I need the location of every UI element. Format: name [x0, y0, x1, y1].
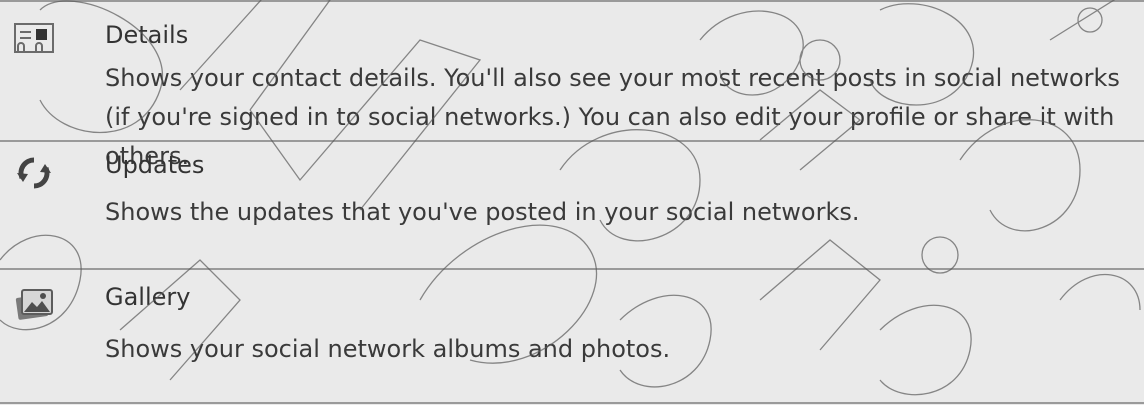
row-description: Shows your social network albums and pho… [105, 335, 671, 363]
refresh-icon [17, 157, 51, 189]
gallery-icon [15, 289, 53, 320]
details-icon [14, 23, 54, 53]
row-title: Details [105, 21, 189, 49]
row-title: Gallery [105, 283, 191, 311]
table-row: Details Shows your contact details. You'… [0, 2, 1144, 170]
table-row: Gallery Shows your social network albums… [0, 270, 1144, 404]
table-row: Updates Shows the updates that you've po… [0, 142, 1144, 270]
row-description: Shows the updates that you've posted in … [105, 198, 860, 226]
row-title: Updates [105, 151, 205, 179]
feature-table: Details Shows your contact details. You'… [0, 0, 1144, 405]
